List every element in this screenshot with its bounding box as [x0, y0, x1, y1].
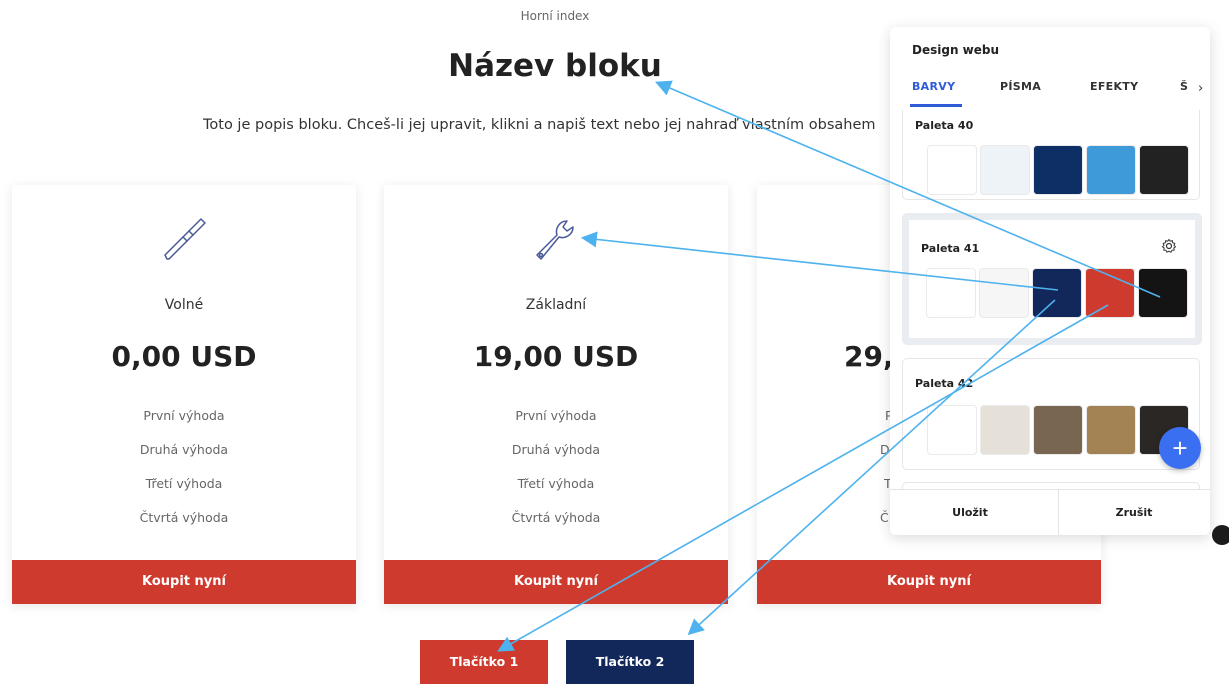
color-swatch[interactable]: [1086, 145, 1136, 195]
color-swatch[interactable]: [1085, 268, 1135, 318]
benefit-item: Třetí výhoda: [145, 476, 223, 491]
color-swatch[interactable]: [927, 405, 977, 455]
screwdriver-icon: [164, 218, 206, 260]
chevron-right-icon[interactable]: ›: [1198, 81, 1203, 96]
color-swatch[interactable]: [927, 145, 977, 195]
color-swatch[interactable]: [1032, 268, 1082, 318]
benefit-list: První výhoda Druhá výhoda Třetí výhoda Č…: [12, 408, 356, 544]
plan-name: Volné: [164, 297, 204, 313]
plan-price: 0,00 USD: [111, 340, 257, 373]
palette-name: Paleta 41: [921, 242, 980, 255]
button-1[interactable]: Tlačítko 1: [420, 640, 548, 684]
benefit-item: Třetí výhoda: [517, 476, 595, 491]
palette-41[interactable]: Paleta 41: [902, 213, 1202, 345]
color-swatch[interactable]: [980, 145, 1030, 195]
wrench-icon: [536, 220, 574, 260]
benefit-item: Čtvrtá výhoda: [511, 510, 601, 525]
block-description[interactable]: Toto je popis bloku. Chceš-li jej upravi…: [203, 117, 903, 133]
plus-icon: +: [1172, 433, 1188, 463]
top-index-label: Horní index: [520, 9, 590, 23]
tab-colors[interactable]: BARVY: [912, 80, 955, 93]
panel-tabs: BARVY PÍSMA EFEKTY Š: [890, 80, 1210, 108]
plan-price: 19,00 USD: [473, 340, 639, 373]
panel-title: Design webu: [912, 43, 1000, 57]
palette-name: Paleta 42: [915, 377, 974, 390]
color-swatch[interactable]: [1033, 145, 1083, 195]
resize-handle-icon[interactable]: [1212, 525, 1229, 545]
panel-footer: Uložit Zrušit: [890, 489, 1210, 535]
palette-40[interactable]: Paleta 40: [902, 110, 1200, 200]
benefit-item: Druhá výhoda: [139, 442, 229, 457]
color-swatch[interactable]: [1033, 405, 1083, 455]
benefit-item: První výhoda: [515, 408, 597, 423]
color-swatch[interactable]: [980, 405, 1030, 455]
active-tab-indicator: [910, 104, 962, 107]
color-swatch[interactable]: [979, 268, 1029, 318]
color-swatch[interactable]: [1139, 145, 1189, 195]
color-swatch[interactable]: [1086, 405, 1136, 455]
buy-now-button[interactable]: Koupit nyní: [12, 560, 356, 604]
tab-more[interactable]: Š: [1180, 80, 1188, 93]
button-2[interactable]: Tlačítko 2: [566, 640, 694, 684]
palette-42[interactable]: Paleta 42: [902, 358, 1200, 470]
benefit-item: Druhá výhoda: [511, 442, 601, 457]
palette-list[interactable]: Paleta 40 Paleta 41 Paleta 42: [890, 110, 1210, 490]
palette-name: Paleta 40: [915, 119, 974, 132]
pricing-card-free: Volné 0,00 USD První výhoda Druhá výhoda…: [12, 185, 356, 604]
benefit-list: První výhoda Druhá výhoda Třetí výhoda Č…: [384, 408, 728, 544]
pricing-card-basic: Základní 19,00 USD První výhoda Druhá vý…: [384, 185, 728, 604]
benefit-item: První výhoda: [143, 408, 225, 423]
gear-icon[interactable]: [1161, 238, 1177, 254]
buy-now-button[interactable]: Koupit nyní: [384, 560, 728, 604]
cancel-button[interactable]: Zrušit: [1058, 490, 1210, 535]
plan-name: Základní: [525, 297, 587, 313]
add-palette-button[interactable]: +: [1159, 427, 1201, 469]
tab-effects[interactable]: EFEKTY: [1090, 80, 1138, 93]
benefit-item: Čtvrtá výhoda: [139, 510, 229, 525]
buy-now-button[interactable]: Koupit nyní: [757, 560, 1101, 604]
save-button[interactable]: Uložit: [890, 490, 1050, 535]
color-swatch[interactable]: [1138, 268, 1188, 318]
tab-fonts[interactable]: PÍSMA: [1000, 80, 1041, 93]
color-swatch[interactable]: [926, 268, 976, 318]
